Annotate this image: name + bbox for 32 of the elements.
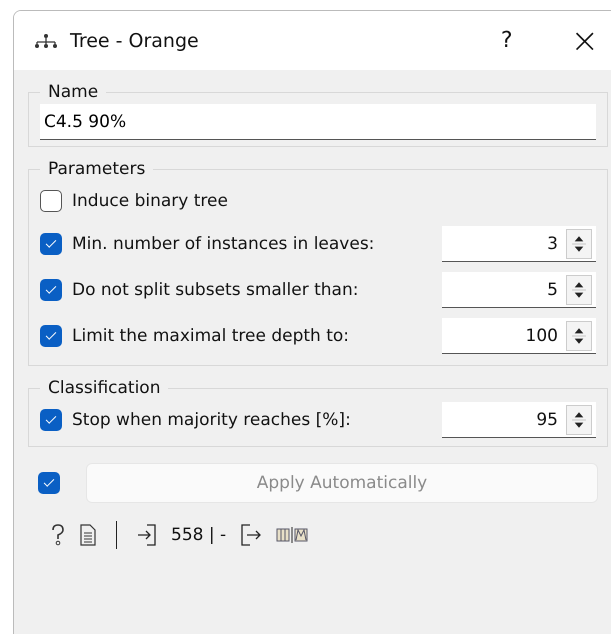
checkbox[interactable] [40, 409, 62, 431]
option-label: Min. number of instances in leaves: [72, 234, 376, 254]
document-icon[interactable] [80, 524, 96, 546]
spin-box[interactable]: 3 [442, 226, 596, 262]
tree-icon [34, 32, 58, 48]
spin-arrows-icon[interactable] [566, 404, 592, 434]
checkbox[interactable] [40, 325, 62, 347]
spin-arrows-icon[interactable] [566, 274, 592, 304]
spin-arrows-icon[interactable] [566, 320, 592, 350]
group-title: Classification [47, 378, 162, 398]
window-title: Tree - Orange [70, 30, 200, 52]
spin-box[interactable]: 5 [442, 272, 596, 308]
checkbox[interactable] [40, 190, 62, 212]
help-icon[interactable] [50, 523, 66, 547]
help-button[interactable]: ? [500, 28, 512, 53]
output-icon[interactable] [240, 524, 262, 546]
option-label: Limit the maximal tree depth to: [72, 326, 350, 346]
data-icons [276, 526, 308, 544]
close-button[interactable]: × [570, 24, 599, 58]
input-icon[interactable] [137, 524, 157, 546]
group-title: Parameters [47, 159, 146, 179]
spin-box[interactable]: 100 [442, 318, 596, 354]
input-count: 558 | - [171, 525, 226, 545]
spin-box[interactable]: 95 [442, 402, 596, 438]
checkbox[interactable] [40, 279, 62, 301]
checkbox[interactable] [40, 233, 62, 255]
spin-arrows-icon[interactable] [566, 228, 592, 258]
option-label: Induce binary tree [72, 191, 229, 211]
group-title: Name [47, 82, 100, 102]
option-label: Do not split subsets smaller than: [72, 280, 360, 300]
name-field[interactable]: C4.5 90% [40, 104, 596, 140]
option-label: Stop when majority reaches [%]: [72, 410, 352, 430]
